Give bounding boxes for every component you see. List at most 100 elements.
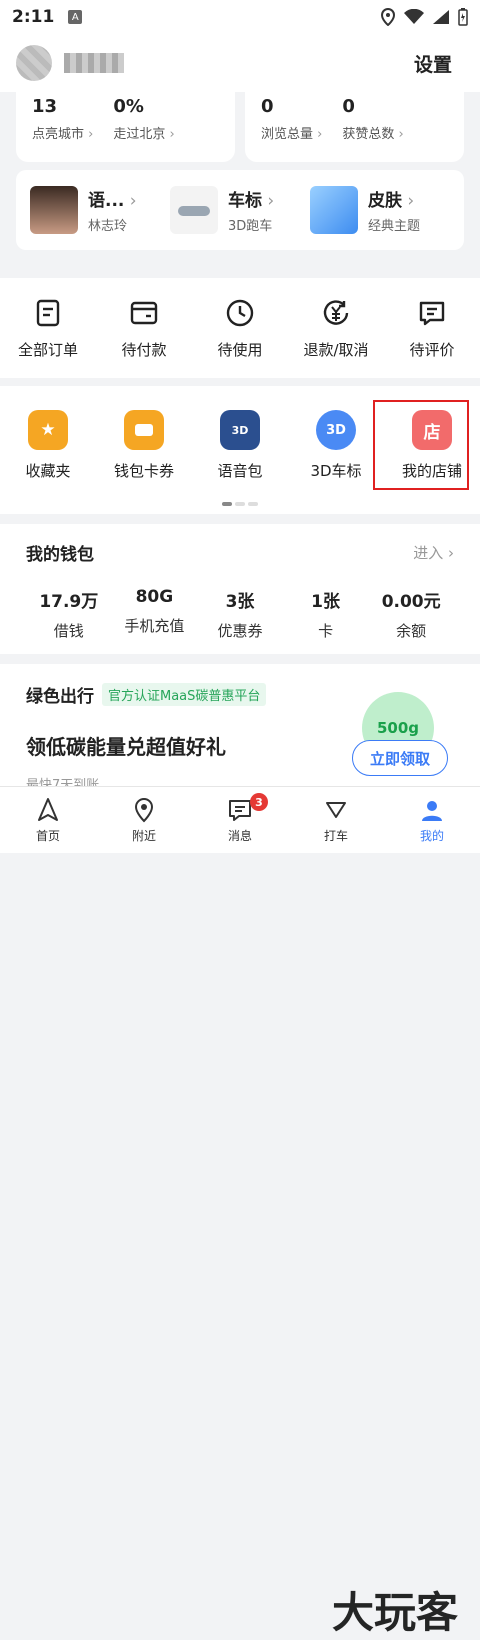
stat-lit-cities[interactable]: 13 点亮城市 — [32, 96, 93, 158]
feature-row: 语... 林志玲 车标 3D跑车 皮肤 经典主题 — [16, 170, 464, 250]
wallet-label: 优惠券 — [217, 622, 263, 640]
wallet-enter-link[interactable]: 进入 — [413, 542, 454, 563]
avatar[interactable] — [16, 45, 52, 81]
feature-title: 皮肤 — [368, 186, 420, 211]
voice-pack-icon: 3D — [220, 410, 260, 450]
feature-voice[interactable]: 语... 林志玲 — [30, 186, 170, 234]
order-all[interactable]: 全部订单 — [0, 297, 96, 360]
username-blurred — [64, 53, 124, 73]
stat-label: 浏览总量 — [261, 123, 322, 142]
wallet-label: 手机充值 — [124, 617, 185, 635]
highlight-box — [373, 400, 469, 490]
battery-icon — [458, 8, 468, 26]
wallet-title: 我的钱包 — [26, 545, 94, 565]
stat-value: 0% — [113, 96, 144, 117]
stats-row: 13 点亮城市 0% 走过北京 0 浏览总量 0 获赞总数 — [0, 92, 480, 162]
wallet-label: 卡 — [318, 622, 334, 640]
wallet-value: 17.9万 — [39, 592, 99, 612]
wallet-item-cards[interactable]: 1张 卡 — [283, 587, 369, 641]
status-bar: 2:11 A — [0, 0, 480, 34]
wallet-item-topup[interactable]: 80G 手机充值 — [112, 587, 198, 641]
order-refund[interactable]: 退款/取消 — [288, 297, 384, 360]
stat-value: 0 — [342, 96, 355, 117]
tool-favorites[interactable]: ★ 收藏夹 — [0, 410, 96, 481]
green-title: 绿色出行 — [26, 687, 94, 707]
feature-skin[interactable]: 皮肤 经典主题 — [310, 186, 450, 234]
comment-icon — [419, 301, 445, 325]
document-list-icon — [36, 299, 60, 326]
stat-label: 获赞总数 — [342, 123, 403, 142]
wallet-card-icon — [124, 410, 164, 450]
tool-wallet-coupons[interactable]: 钱包卡券 — [96, 410, 192, 481]
stat-value: 13 — [32, 96, 58, 117]
order-to-use[interactable]: 待使用 — [192, 297, 288, 360]
wallet-item-coupons[interactable]: 3张 优惠券 — [197, 587, 283, 641]
status-time: 2:11 — [12, 7, 55, 27]
wallet-value: 0.00元 — [381, 592, 441, 612]
tools-section: ★ 收藏夹 钱包卡券 3D 语音包 3D 3D车标 店 我的店铺 — [0, 386, 480, 514]
page-dot-active — [222, 502, 232, 506]
bottom-tab-bar: 首页 附近 消息 3 打车 我的 大玩客 — [0, 786, 480, 1637]
message-badge: 3 — [250, 793, 268, 811]
tool-voice-pack[interactable]: 3D 语音包 — [192, 410, 288, 481]
wallet-item-loan[interactable]: 17.9万 借钱 — [26, 587, 112, 641]
green-travel-section: 绿色出行 官方认证MaaS碳普惠平台 领低碳能量兑超值好礼 最快7天到账 500… — [0, 664, 480, 793]
status-right-icons — [380, 8, 468, 26]
wallet-value: 1张 — [311, 592, 340, 612]
order-review[interactable]: 待评价 — [384, 297, 480, 360]
tab-taxi[interactable]: 打车 — [288, 787, 384, 853]
feature-title: 语... — [88, 186, 137, 211]
settings-button[interactable]: 设置 — [414, 50, 452, 77]
wifi-icon — [404, 9, 424, 24]
orders-section: 全部订单 待付款 待使用 退款/取消 待评价 — [0, 278, 480, 378]
tab-messages[interactable]: 消息 3 — [192, 787, 288, 853]
tab-label: 消息 — [227, 828, 252, 843]
wallet-section: 我的钱包 进入 17.9万 借钱 80G 手机充值 3张 优惠券 1张 卡 0.… — [0, 524, 480, 654]
stat-label: 点亮城市 — [32, 123, 93, 142]
tool-label: 钱包卡券 — [113, 462, 174, 480]
navigation-arrow-icon — [38, 797, 58, 821]
wallet-value: 80G — [135, 587, 174, 607]
tab-label: 附近 — [131, 828, 156, 843]
tool-label: 收藏夹 — [25, 462, 71, 480]
green-tag: 官方认证MaaS碳普惠平台 — [102, 683, 267, 706]
star-icon: ★ — [28, 410, 68, 450]
signal-icon — [433, 10, 449, 24]
feature-car-logo[interactable]: 车标 3D跑车 — [170, 186, 310, 234]
tab-label: 首页 — [35, 828, 60, 843]
stat-views[interactable]: 0 浏览总量 — [261, 96, 322, 158]
3d-car-logo-icon: 3D — [316, 410, 356, 450]
tab-label: 我的 — [419, 828, 444, 843]
refund-yen-icon — [323, 299, 349, 325]
page-indicator — [222, 502, 258, 506]
wallet-value: 3张 — [225, 592, 255, 612]
location-icon — [380, 8, 396, 26]
feature-title: 车标 — [228, 186, 274, 211]
order-label: 待付款 — [121, 340, 167, 359]
profile-header: 设置 — [0, 34, 480, 92]
watermark-logo: 大玩客 — [332, 1588, 459, 1637]
tool-3d-car-logo[interactable]: 3D 3D车标 — [288, 410, 384, 481]
order-label: 待评价 — [409, 340, 455, 359]
stat-walked-beijing[interactable]: 0% 走过北京 — [113, 96, 174, 158]
tab-mine[interactable]: 我的 — [384, 787, 480, 853]
order-label: 退款/取消 — [303, 340, 369, 359]
stats-card-left: 13 点亮城市 0% 走过北京 — [16, 92, 235, 162]
car-image — [170, 186, 218, 234]
wallet-label: 借钱 — [53, 622, 84, 640]
order-unpaid[interactable]: 待付款 — [96, 297, 192, 360]
tab-nearby[interactable]: 附近 — [96, 787, 192, 853]
notification-a-icon: A — [68, 10, 83, 24]
claim-button[interactable]: 立即领取 — [352, 740, 448, 776]
tab-home[interactable]: 首页 — [0, 787, 96, 853]
user-icon — [422, 800, 442, 821]
wallet-item-balance[interactable]: 0.00元 余额 — [368, 587, 454, 641]
stat-label: 走过北京 — [113, 123, 174, 142]
order-label: 待使用 — [217, 340, 263, 359]
order-label: 全部订单 — [17, 340, 78, 359]
stat-likes[interactable]: 0 获赞总数 — [342, 96, 403, 158]
voice-avatar-image — [30, 186, 78, 234]
tab-label: 打车 — [323, 828, 348, 843]
page-dot — [248, 502, 258, 506]
page-dot — [235, 502, 245, 506]
